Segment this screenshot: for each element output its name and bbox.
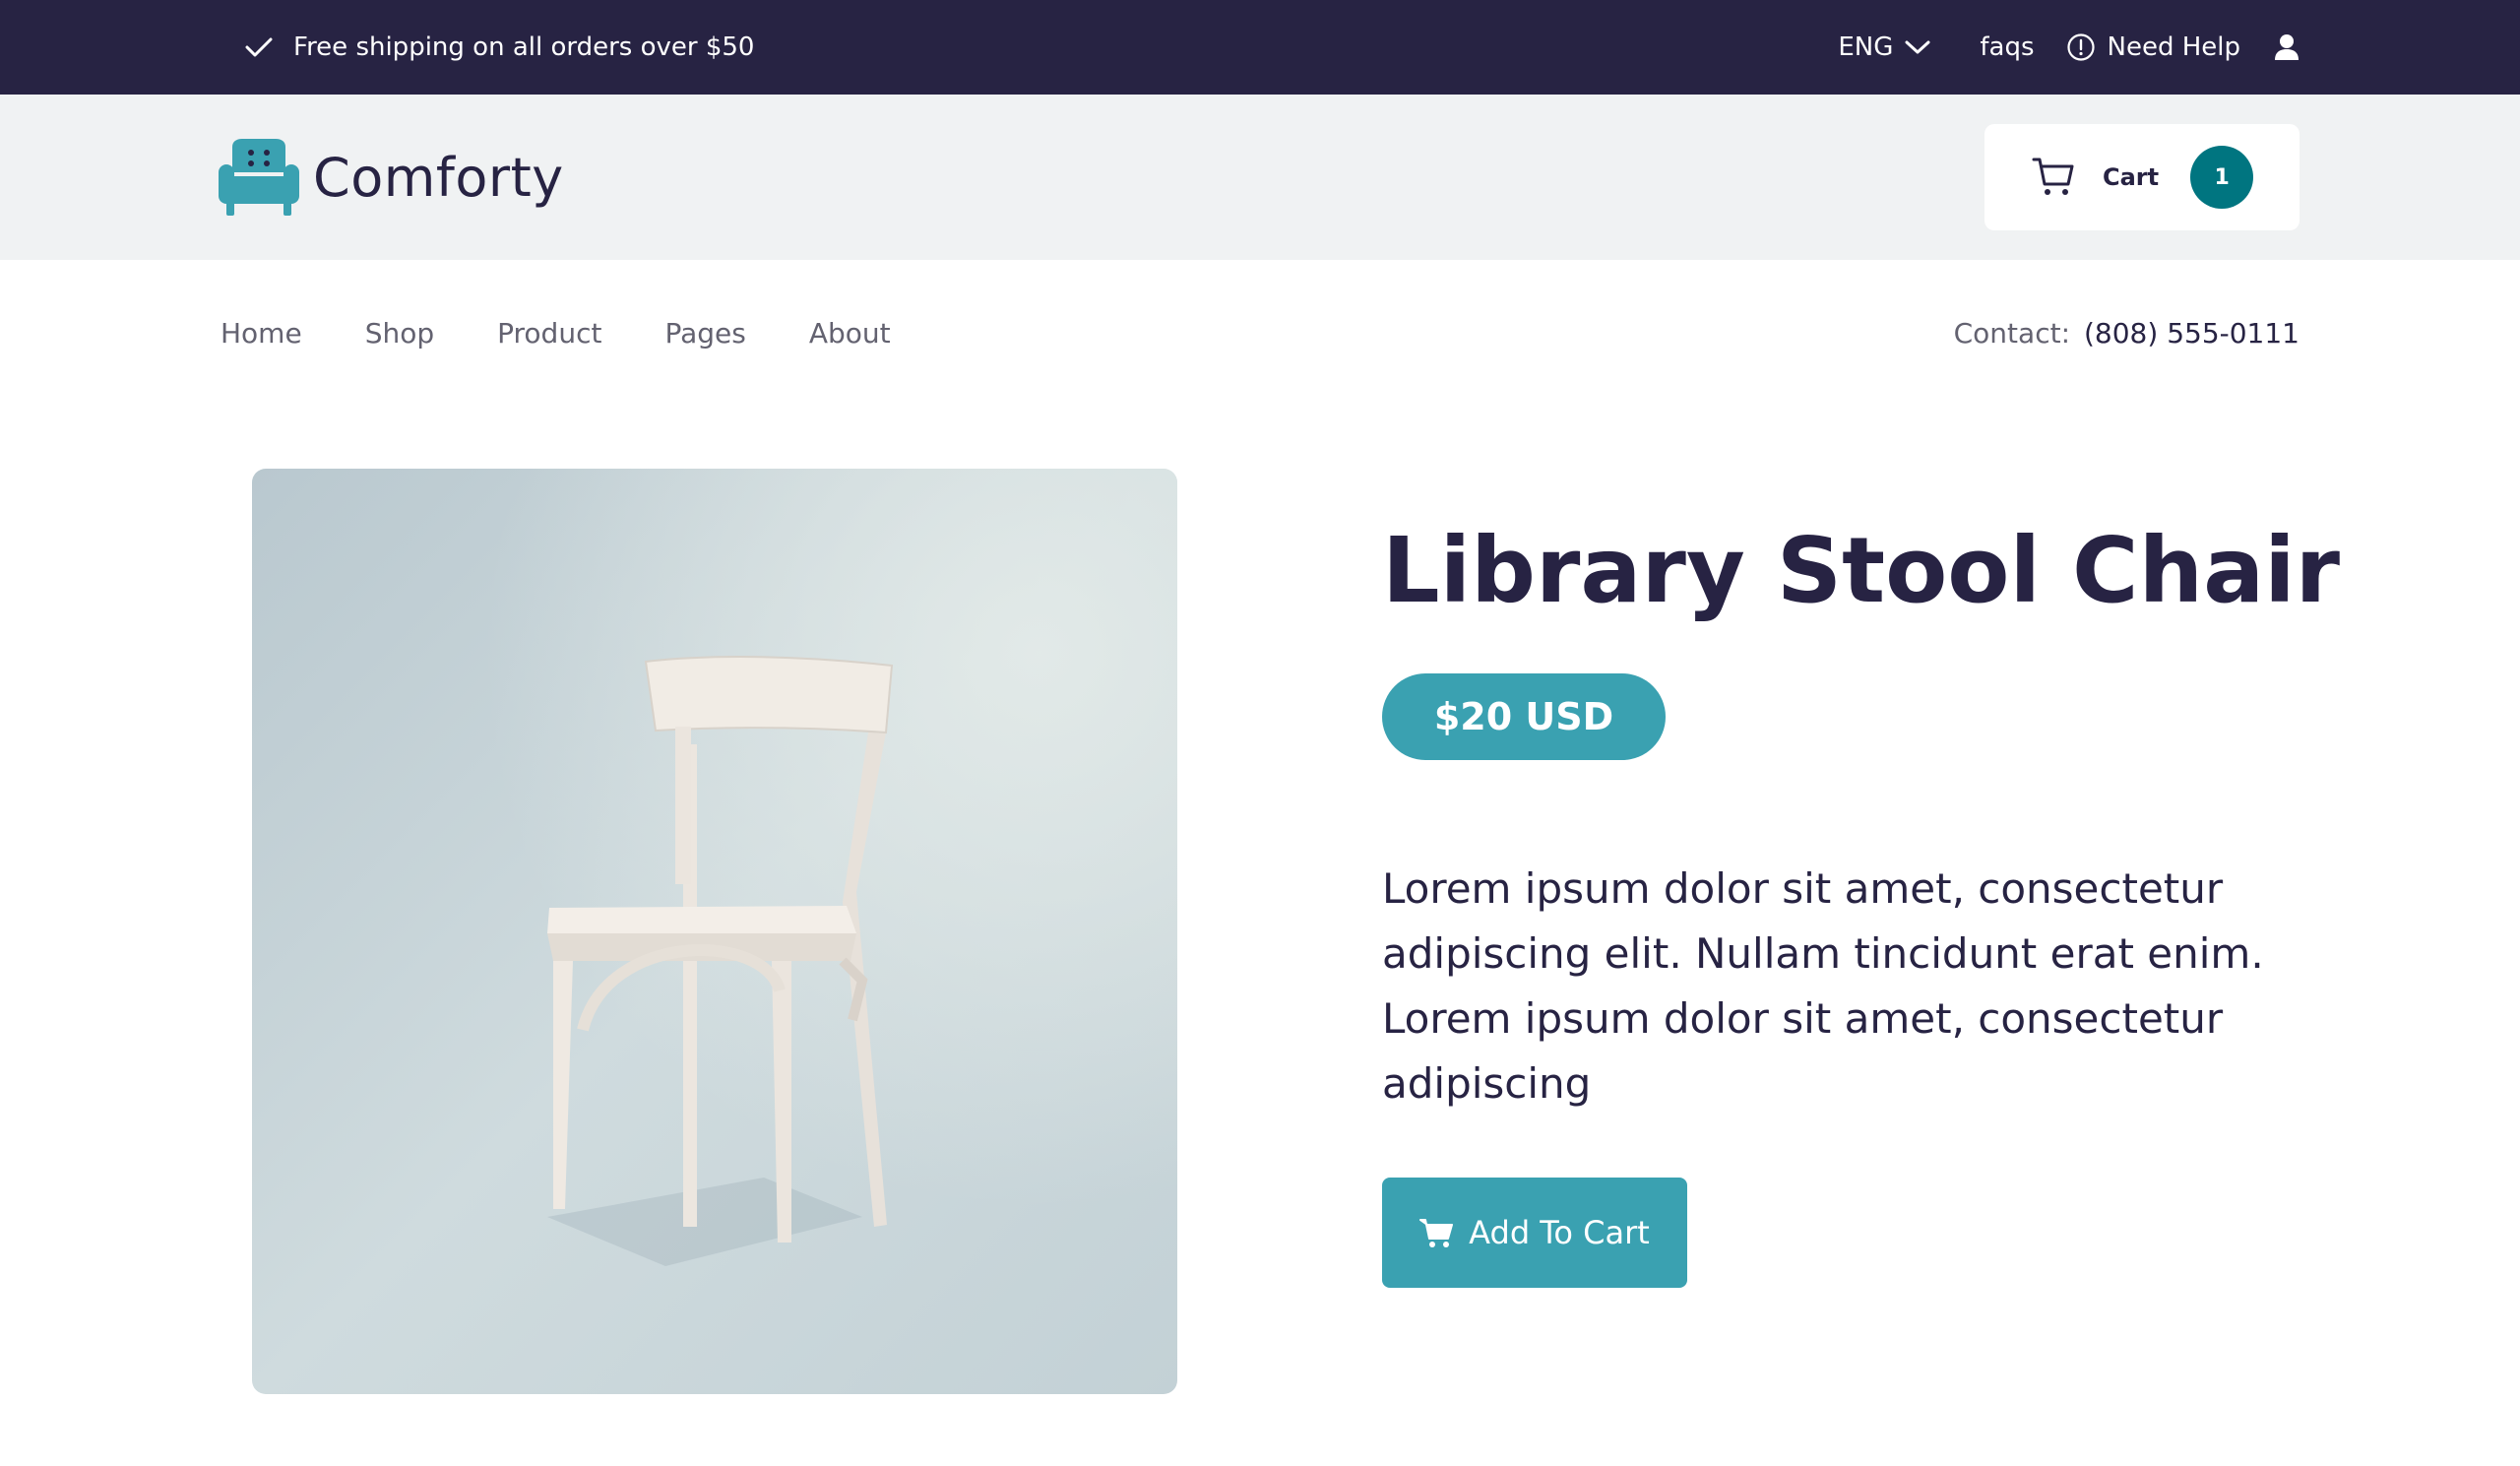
top-bar: Free shipping on all orders over $50 ENG… [0, 0, 2520, 95]
nav-pages[interactable]: Pages [664, 317, 745, 350]
user-icon[interactable] [2274, 33, 2300, 61]
main-nav: Home Shop Product Pages About [220, 305, 891, 360]
product-image [252, 469, 1177, 1394]
nav-home[interactable]: Home [220, 317, 302, 350]
cart-button[interactable]: Cart 1 [1984, 124, 2300, 230]
language-label: ENG [1838, 32, 1894, 62]
faqs-link[interactable]: faqs [1980, 32, 2034, 62]
cart-solid-icon [1419, 1217, 1454, 1248]
add-to-cart-button[interactable]: Add To Cart [1382, 1178, 1687, 1288]
armchair-icon [219, 139, 299, 216]
info-circle-icon [2066, 32, 2096, 62]
brand-logo[interactable]: Comforty [219, 138, 564, 217]
nav-product[interactable]: Product [497, 317, 601, 350]
contact-label: Contact: [1953, 316, 2070, 350]
price-badge: $20 USD [1382, 673, 1666, 760]
product-title: Library Stool Chair [1382, 518, 2341, 623]
cart-icon [2032, 157, 2075, 198]
chevron-down-icon [1905, 39, 1930, 55]
check-icon [244, 35, 274, 59]
shipping-notice: Free shipping on all orders over $50 [244, 0, 754, 95]
site-header: Comforty Cart 1 [0, 95, 2520, 260]
need-help-label: Need Help [2107, 32, 2240, 62]
language-selector[interactable]: ENG [1838, 32, 1930, 62]
shipping-text: Free shipping on all orders over $50 [293, 32, 755, 62]
contact-info: Contact: (808) 555-0111 [1954, 305, 2300, 360]
cart-label: Cart [2103, 163, 2160, 191]
nav-shop[interactable]: Shop [365, 317, 434, 350]
product-description: Lorem ipsum dolor sit amet, consectetur … [1382, 864, 2264, 1108]
brand-name: Comforty [313, 146, 564, 209]
cart-count-badge: 1 [2190, 146, 2254, 209]
add-to-cart-label: Add To Cart [1469, 1214, 1650, 1251]
contact-phone[interactable]: (808) 555-0111 [2084, 317, 2300, 350]
nav-about[interactable]: About [809, 317, 891, 350]
need-help-link[interactable]: Need Help [2066, 32, 2240, 62]
